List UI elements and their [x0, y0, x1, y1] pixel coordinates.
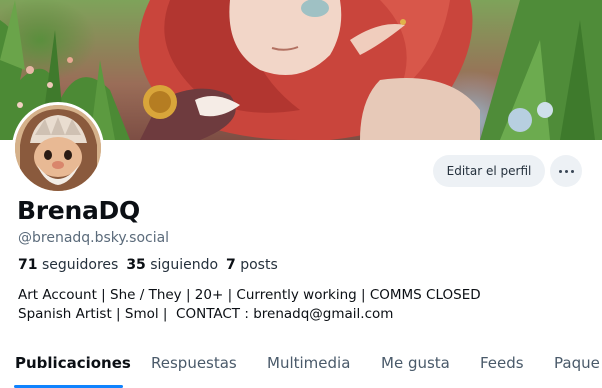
tab-paquetes[interactable]: Paque — [554, 354, 600, 372]
profile-handle: @brenadq.bsky.social — [18, 230, 170, 246]
profile-tabs: Publicaciones Respuestas Multimedia Me g… — [0, 340, 602, 388]
profile-stats: 71 seguidores 35 siguiendo 7 posts — [18, 257, 278, 273]
avatar-artwork — [15, 105, 101, 191]
ellipsis-icon — [558, 169, 562, 173]
ellipsis-icon — [570, 169, 574, 173]
display-name: BrenaDQ — [17, 196, 140, 225]
tab-respuestas[interactable]: Respuestas — [151, 354, 237, 372]
tab-feeds[interactable]: Feeds — [480, 354, 524, 372]
tab-publicaciones[interactable]: Publicaciones — [15, 354, 131, 372]
posts-label: posts — [240, 257, 278, 273]
bio-line: Spanish Artist | Smol | CONTACT : brenad… — [18, 306, 394, 322]
more-options-button[interactable] — [550, 155, 582, 187]
edit-profile-button[interactable]: Editar el perfil — [433, 155, 545, 187]
tab-multimedia[interactable]: Multimedia — [267, 354, 350, 372]
bio-line: Art Account | She / They | 20+ | Current… — [18, 287, 481, 303]
following-stat[interactable]: 35 siguiendo — [126, 257, 218, 273]
ellipsis-icon — [564, 169, 568, 173]
followers-label: seguidores — [41, 257, 119, 273]
avatar[interactable] — [12, 102, 104, 194]
posts-stat: 7 posts — [226, 257, 278, 273]
followers-stat[interactable]: 71 seguidores — [18, 257, 118, 273]
following-count: 35 — [126, 257, 146, 273]
profile-bio: Art Account | She / They | 20+ | Current… — [18, 286, 481, 324]
tab-me-gusta[interactable]: Me gusta — [381, 354, 450, 372]
following-label: siguiendo — [150, 257, 219, 273]
posts-count: 7 — [226, 257, 236, 273]
followers-count: 71 — [18, 257, 38, 273]
